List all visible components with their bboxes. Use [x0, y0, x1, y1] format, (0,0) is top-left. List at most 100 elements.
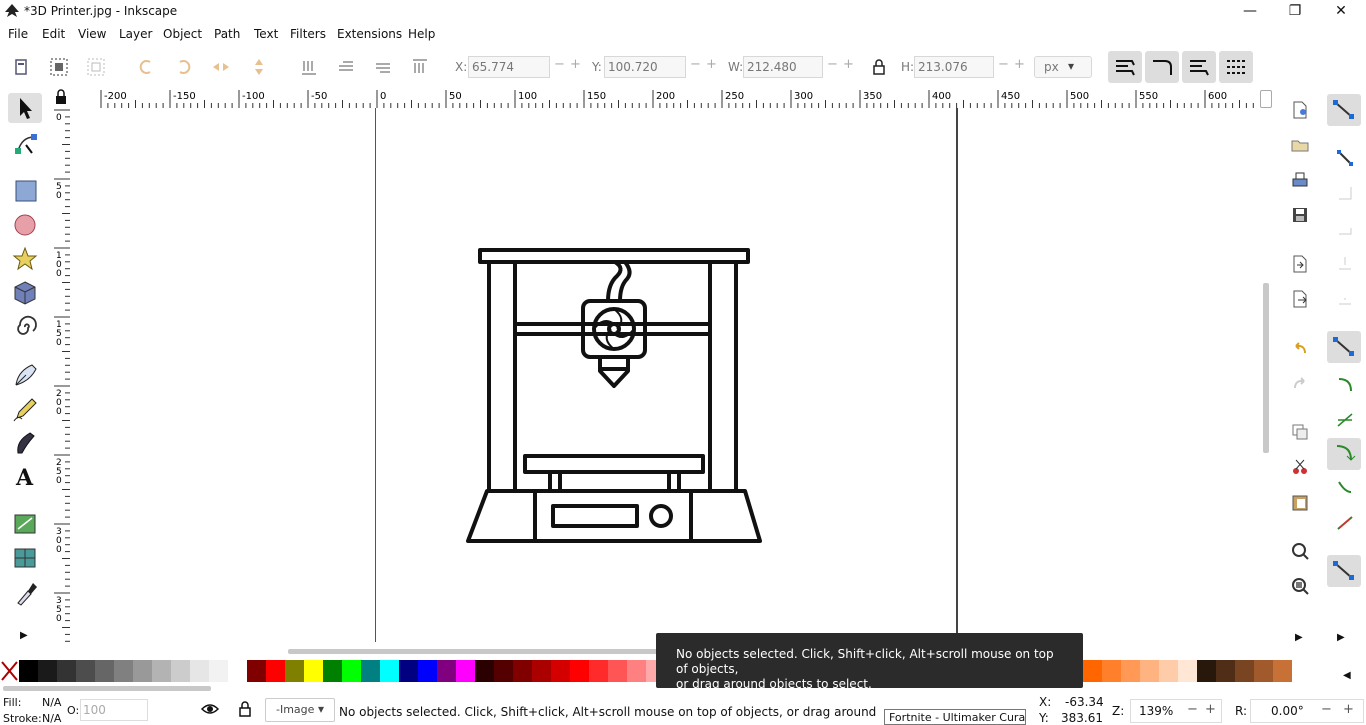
- snap-path-icon[interactable]: [1335, 375, 1355, 395]
- snap-line-midpoint-icon[interactable]: [1335, 513, 1355, 533]
- scale-corners-toggle[interactable]: [1145, 51, 1179, 83]
- redo-icon[interactable]: [1290, 373, 1310, 393]
- no-paint-icon[interactable]: [0, 660, 19, 682]
- rotate-increment-button[interactable]: +: [1343, 702, 1354, 717]
- color-swatch[interactable]: [456, 660, 475, 682]
- color-swatch[interactable]: [399, 660, 418, 682]
- color-swatch[interactable]: [1121, 660, 1140, 682]
- color-swatch[interactable]: [133, 660, 152, 682]
- flip-vertical-icon[interactable]: [248, 56, 270, 78]
- h-input[interactable]: [915, 57, 991, 77]
- rotation-field[interactable]: 0.00° − +: [1250, 699, 1364, 723]
- snap-smooth-node-icon[interactable]: [1335, 478, 1355, 498]
- w-input[interactable]: [744, 57, 820, 77]
- scale-stroke-toggle[interactable]: [1108, 51, 1142, 83]
- selector-tool[interactable]: [8, 93, 42, 123]
- duplicate-icon[interactable]: [1290, 422, 1310, 442]
- snap-enable-toggle[interactable]: [1327, 94, 1361, 126]
- vertical-ruler[interactable]: 050100150200250300350: [52, 108, 71, 656]
- opacity-field[interactable]: [80, 699, 148, 721]
- y-increment-button[interactable]: +: [706, 57, 717, 72]
- pencil-tool-icon[interactable]: [8, 393, 42, 423]
- horizontal-ruler[interactable]: -200 -150 -100 -50 0 50 100 150 200 250 300 350 400 4…: [70, 88, 1268, 109]
- color-swatch[interactable]: [1159, 660, 1178, 682]
- menu-filters[interactable]: Filters: [290, 27, 326, 41]
- paste-icon[interactable]: [1290, 492, 1310, 512]
- unit-select[interactable]: px ▾: [1034, 56, 1092, 78]
- close-button[interactable]: ✕: [1318, 0, 1364, 24]
- color-swatch[interactable]: [475, 660, 494, 682]
- color-swatch[interactable]: [437, 660, 456, 682]
- rectangle-tool-icon[interactable]: [8, 176, 42, 206]
- color-swatch[interactable]: [1254, 660, 1273, 682]
- color-swatch[interactable]: [1102, 660, 1121, 682]
- zoom-field[interactable]: 139% − +: [1130, 699, 1222, 723]
- h-decrement-button[interactable]: −: [998, 57, 1009, 72]
- maximize-button[interactable]: ❐: [1272, 0, 1318, 24]
- dropper-tool-icon[interactable]: [8, 577, 42, 607]
- color-swatch[interactable]: [532, 660, 551, 682]
- zoom-in-button[interactable]: +: [1205, 702, 1216, 717]
- raise-to-top-icon[interactable]: [409, 56, 431, 78]
- raise-icon[interactable]: [372, 56, 394, 78]
- x-input[interactable]: [469, 57, 545, 77]
- snap-nodes-toggle[interactable]: [1327, 331, 1361, 363]
- pen-tool-icon[interactable]: [8, 359, 42, 389]
- spiral-tool-icon[interactable]: [8, 312, 42, 342]
- h-increment-button[interactable]: +: [1014, 57, 1025, 72]
- import-icon[interactable]: [1290, 254, 1310, 274]
- color-swatch[interactable]: [190, 660, 209, 682]
- lower-to-bottom-icon[interactable]: [298, 56, 320, 78]
- color-swatch[interactable]: [494, 660, 513, 682]
- menu-path[interactable]: Path: [214, 27, 240, 41]
- x-decrement-button[interactable]: −: [554, 57, 565, 72]
- calligraphy-tool-icon[interactable]: [8, 427, 42, 457]
- lower-icon[interactable]: [335, 56, 357, 78]
- color-swatch[interactable]: [418, 660, 437, 682]
- color-swatch[interactable]: [304, 660, 323, 682]
- zoom-out-button[interactable]: −: [1187, 702, 1198, 717]
- color-swatch[interactable]: [247, 660, 266, 682]
- color-swatch[interactable]: [380, 660, 399, 682]
- eye-icon[interactable]: [200, 701, 220, 717]
- color-swatch[interactable]: [1235, 660, 1254, 682]
- color-swatch[interactable]: [171, 660, 190, 682]
- x-field[interactable]: [468, 56, 550, 78]
- new-document-icon[interactable]: [1290, 100, 1310, 120]
- menu-extensions[interactable]: Extensions: [337, 27, 402, 41]
- color-swatch[interactable]: [570, 660, 589, 682]
- color-swatch[interactable]: [323, 660, 342, 682]
- gradient-tool-icon[interactable]: [8, 509, 42, 539]
- layer-lock-icon[interactable]: [237, 700, 253, 718]
- w-field[interactable]: [743, 56, 823, 78]
- snap-overflow-icon[interactable]: ▶: [1337, 632, 1345, 643]
- fill-value[interactable]: N/A: [42, 696, 61, 709]
- mesh-tool-icon[interactable]: [8, 543, 42, 573]
- color-swatch[interactable]: [1197, 660, 1216, 682]
- menu-help[interactable]: Help: [408, 27, 435, 41]
- commands-overflow-icon[interactable]: ▶: [1295, 632, 1303, 643]
- y-input[interactable]: [605, 57, 681, 77]
- canvas[interactable]: [70, 108, 1258, 654]
- y-field[interactable]: [604, 56, 686, 78]
- select-all-layers-icon[interactable]: [48, 56, 70, 78]
- menu-view[interactable]: View: [78, 27, 106, 41]
- zoom-corner-button[interactable]: [1260, 90, 1272, 108]
- snap-bbox-icon[interactable]: [1335, 148, 1355, 168]
- text-tool-icon[interactable]: A: [8, 461, 42, 491]
- color-swatch[interactable]: [228, 660, 247, 682]
- h-field[interactable]: [914, 56, 994, 78]
- save-icon[interactable]: [1290, 205, 1310, 225]
- color-swatch[interactable]: [1083, 660, 1102, 682]
- color-swatch[interactable]: [342, 660, 361, 682]
- color-swatch[interactable]: [285, 660, 304, 682]
- deselect-icon[interactable]: [85, 56, 107, 78]
- 3d-box-tool-icon[interactable]: [8, 278, 42, 308]
- w-decrement-button[interactable]: −: [827, 57, 838, 72]
- color-swatch[interactable]: [1140, 660, 1159, 682]
- palette-scrollbar[interactable]: [3, 686, 211, 691]
- opacity-input[interactable]: [81, 700, 121, 720]
- rotate-decrement-button[interactable]: −: [1321, 702, 1332, 717]
- star-tool-icon[interactable]: [8, 244, 42, 274]
- vertical-scrollbar[interactable]: [1263, 283, 1269, 453]
